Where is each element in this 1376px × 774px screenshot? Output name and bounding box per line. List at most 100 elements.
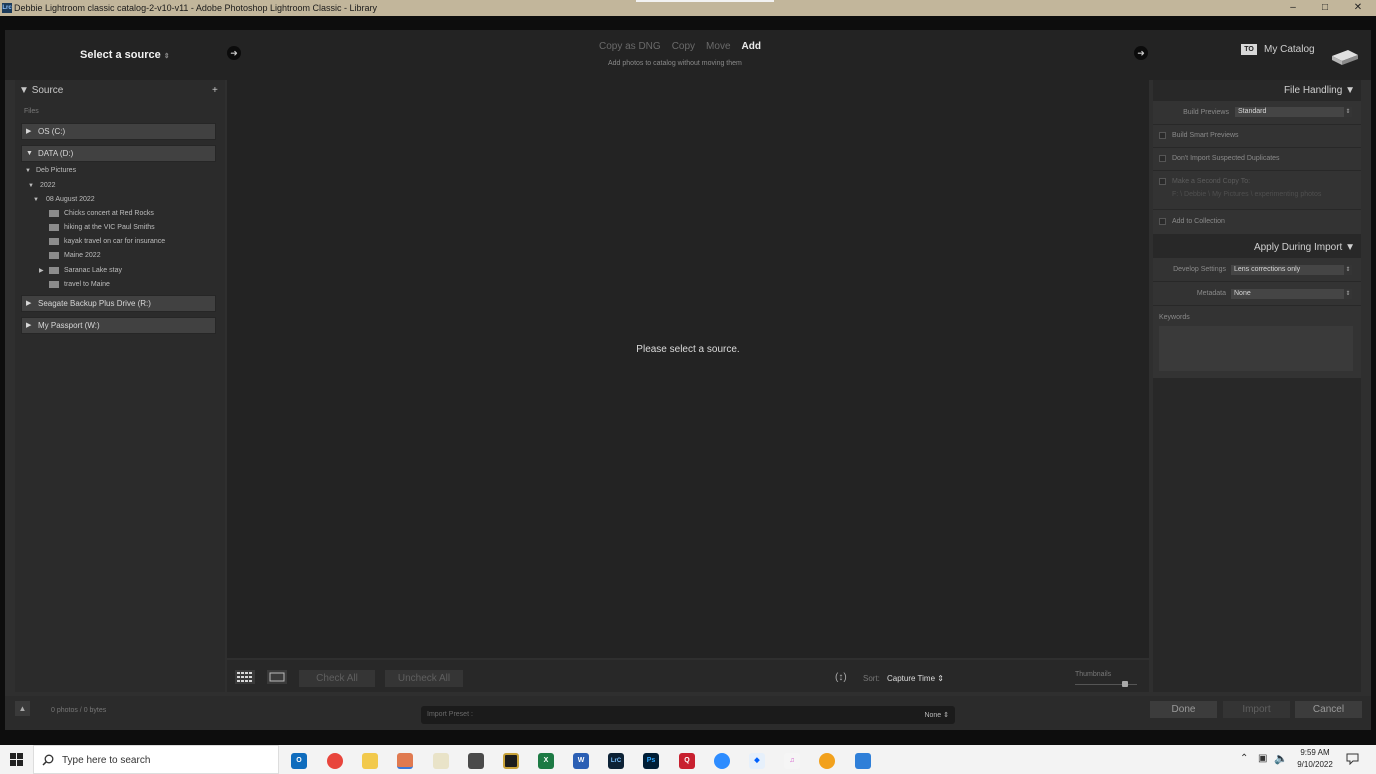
add-to-collection-row: Add to Collection <box>1153 210 1361 234</box>
folder-item[interactable]: Maine 2022 <box>49 249 101 263</box>
folder-icon <box>49 266 59 274</box>
thumbnail-size-slider[interactable] <box>1075 684 1137 685</box>
thumbnail-slider-handle[interactable] <box>1121 681 1128 687</box>
add-source-icon[interactable]: + <box>212 85 218 96</box>
drive-seagate-r[interactable]: ▶ Seagate Backup Plus Drive (R:) <box>21 295 216 312</box>
second-copy-label: Make a Second Copy To: <box>1172 178 1251 185</box>
tree-deb-pictures[interactable]: ▼ Deb Pictures <box>25 164 76 178</box>
grid-view-icon[interactable] <box>235 670 255 684</box>
metadata-row: Metadata None ⇕ <box>1153 282 1361 305</box>
dropbox-icon[interactable]: ◆ <box>749 753 765 769</box>
file-explorer-icon[interactable] <box>362 753 378 769</box>
import-button[interactable]: Import <box>1223 701 1290 718</box>
cancel-button[interactable]: Cancel <box>1295 701 1362 718</box>
photos-app-icon[interactable] <box>397 753 413 769</box>
drive-my-passport-w[interactable]: ▶ My Passport (W:) <box>21 317 216 334</box>
taskbar-clock[interactable]: 9:59 AM 9/10/2022 <box>1294 748 1336 769</box>
folder-item[interactable]: ▶ Saranac Lake stay <box>39 264 122 278</box>
catalog-drive-icon <box>1332 50 1358 65</box>
outlook-icon[interactable]: O <box>291 753 307 769</box>
done-button[interactable]: Done <box>1150 701 1217 718</box>
close-window-button[interactable]: ✕ <box>1346 1 1370 15</box>
right-panel: File Handling ▼ Build Previews Standard ⇕… <box>1153 80 1361 692</box>
windows-start-icon[interactable] <box>10 753 23 766</box>
calendar-icon[interactable] <box>855 753 871 769</box>
check-all-button[interactable]: Check All <box>299 670 375 687</box>
build-previews-row: Build Previews Standard ⇕ <box>1153 101 1361 124</box>
drive-data-d[interactable]: ▼ DATA (D:) <box>21 145 216 162</box>
build-previews-dropdown[interactable]: Standard ⇕ <box>1235 107 1352 117</box>
uncheck-all-button[interactable]: Uncheck All <box>385 670 463 687</box>
search-icon <box>42 754 54 766</box>
arrow-right-icon[interactable]: ➜ <box>1134 46 1148 60</box>
edge-icon[interactable] <box>819 753 835 769</box>
develop-settings-dropdown[interactable]: Lens corrections only ⇕ <box>1231 265 1352 275</box>
folder-item[interactable]: travel to Maine <box>49 278 110 292</box>
destination-catalog[interactable]: My Catalog <box>1264 44 1315 55</box>
import-preset-dropdown[interactable]: None ⇕ <box>924 711 949 719</box>
mode-move[interactable]: Move <box>706 41 730 52</box>
second-copy-row: Make a Second Copy To: F: \ Debbie \ My … <box>1153 171 1361 209</box>
quicken-icon[interactable]: Q <box>679 753 695 769</box>
itunes-icon[interactable]: ♫ <box>784 753 800 769</box>
keywords-row: Keywords <box>1153 306 1361 378</box>
chevron-up-icon[interactable]: ⌃ <box>1240 753 1248 764</box>
tree-08-august-2022[interactable]: ▼ 08 August 2022 <box>29 193 95 207</box>
build-previews-label: Build Previews <box>1183 109 1229 116</box>
build-smart-previews-checkbox[interactable] <box>1159 132 1166 139</box>
develop-settings-row: Develop Settings Lens corrections only ⇕ <box>1153 258 1361 281</box>
drive-os-c[interactable]: ▶ OS (C:) <box>21 123 216 140</box>
folder-item[interactable]: hiking at the VIC Paul Smiths <box>49 221 155 235</box>
minimize-button[interactable]: – <box>1281 1 1305 15</box>
sort-dropdown[interactable]: Capture Time ⇕ <box>887 674 944 683</box>
notepad-icon[interactable] <box>433 753 449 769</box>
lightroom-classic-icon[interactable]: LrC <box>608 753 624 769</box>
select-source-button[interactable]: Select a source ⇕ <box>80 49 170 61</box>
second-copy-path[interactable]: F: \ Debbie \ My Pictures \ experimentin… <box>1172 191 1321 198</box>
import-bottom-bar: ▲ 0 photos / 0 bytes Import Preset : Non… <box>5 696 1371 730</box>
excel-icon[interactable]: X <box>538 753 554 769</box>
apply-during-import-header[interactable]: Apply During Import ▼ <box>1254 242 1355 253</box>
chevron-up-icon[interactable]: ▲ <box>15 701 30 716</box>
word-icon[interactable]: W <box>573 753 589 769</box>
add-to-collection-checkbox[interactable] <box>1159 218 1166 225</box>
arrow-right-icon[interactable]: ➜ <box>227 46 241 60</box>
folder-item[interactable]: kayak travel on car for insurance <box>49 235 165 249</box>
loupe-view-icon[interactable] <box>267 670 287 684</box>
taskbar-search-box[interactable]: Type here to search <box>33 745 279 774</box>
sort-direction-icon[interactable]: (↕) <box>835 672 847 683</box>
volume-icon[interactable]: 🔈 <box>1274 752 1288 765</box>
mode-copy-as-dng[interactable]: Copy as DNG <box>599 41 661 52</box>
import-preset-bar[interactable]: Import Preset : None ⇕ <box>421 706 955 724</box>
thumbnails-label: Thumbnails <box>1075 671 1112 678</box>
chrome-icon[interactable] <box>327 753 343 769</box>
title-highlight <box>636 0 774 2</box>
photoshop-icon[interactable]: Ps <box>643 753 659 769</box>
zoom-icon[interactable] <box>714 753 730 769</box>
folder-icon <box>49 251 59 259</box>
lightroom-app-icon: Lrc <box>2 3 12 13</box>
calculator-icon[interactable] <box>468 753 484 769</box>
app-icon[interactable] <box>503 753 519 769</box>
source-panel-header[interactable]: ▼ Source <box>19 85 63 96</box>
network-icon[interactable]: ▣ <box>1258 753 1267 764</box>
maximize-button[interactable]: □ <box>1313 1 1337 15</box>
tree-2022[interactable]: ▼ 2022 <box>25 179 56 193</box>
metadata-dropdown[interactable]: None ⇕ <box>1231 289 1352 299</box>
clock-date: 9/10/2022 <box>1297 760 1333 769</box>
dont-import-duplicates-checkbox[interactable] <box>1159 155 1166 162</box>
build-smart-previews-row: Build Smart Previews <box>1153 125 1361 147</box>
empty-message: Please select a source. <box>636 344 740 355</box>
dont-import-duplicates-row: Don't Import Suspected Duplicates <box>1153 148 1361 170</box>
folder-item[interactable]: Chicks concert at Red Rocks <box>49 207 154 221</box>
mode-copy[interactable]: Copy <box>672 41 695 52</box>
dont-import-duplicates-label: Don't Import Suspected Duplicates <box>1172 155 1280 162</box>
develop-settings-label: Develop Settings <box>1173 266 1226 273</box>
mode-add[interactable]: Add <box>742 41 761 52</box>
files-label: Files <box>24 108 39 115</box>
file-handling-header[interactable]: File Handling ▼ <box>1284 85 1355 96</box>
folder-icon <box>49 209 59 217</box>
notifications-icon[interactable] <box>1346 753 1359 765</box>
keywords-input[interactable] <box>1159 326 1353 371</box>
second-copy-checkbox[interactable] <box>1159 178 1166 185</box>
